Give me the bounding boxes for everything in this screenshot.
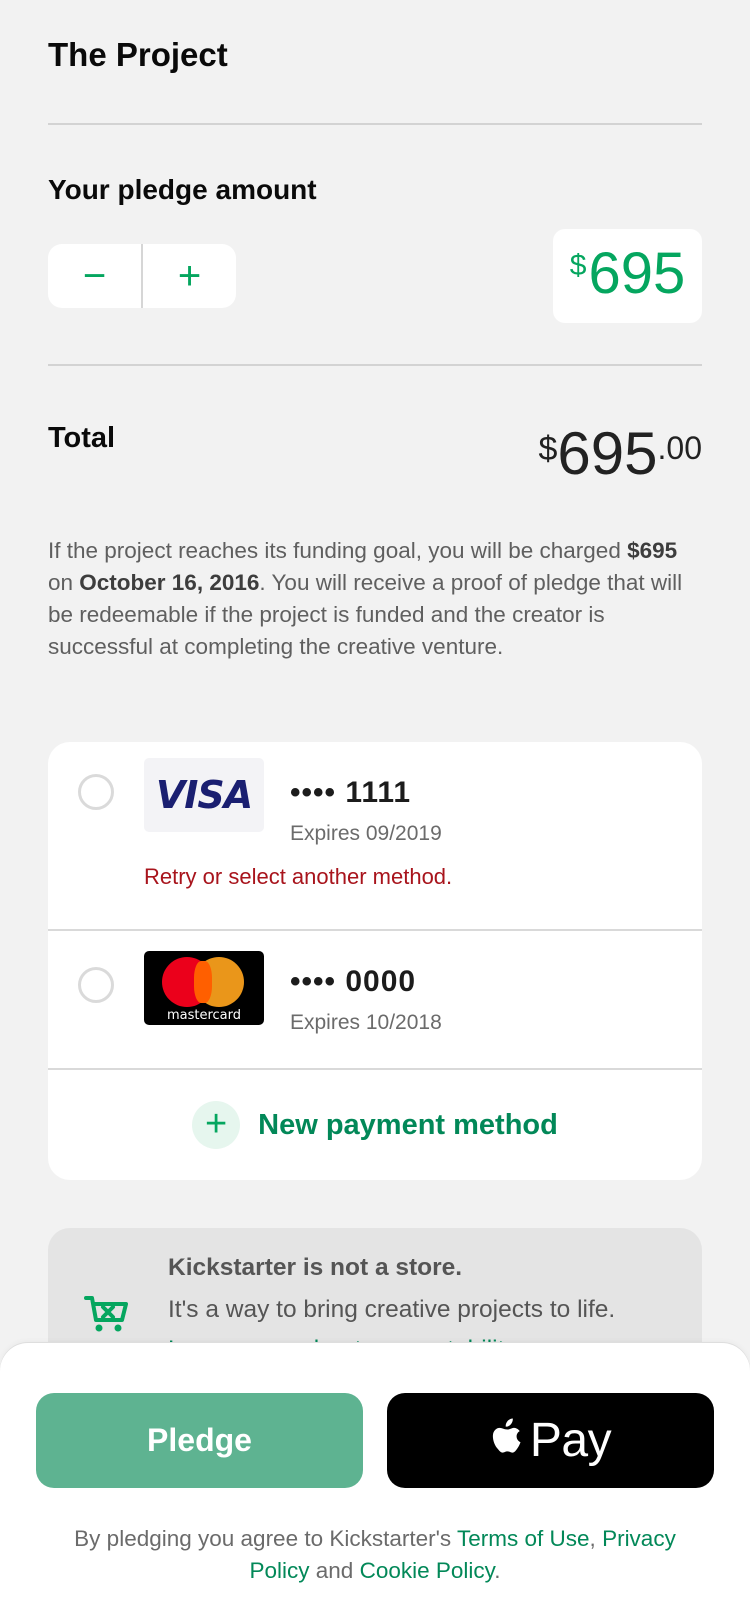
total-label: Total xyxy=(48,422,116,454)
payment-method-visa[interactable]: VISA •••• 1111 Expires 09/2019 Retry or … xyxy=(48,742,702,929)
mastercard-logo: mastercard xyxy=(144,951,264,1025)
terms-of-use-link[interactable]: Terms of Use xyxy=(457,1526,590,1551)
payment-method-mastercard[interactable]: mastercard •••• 0000 Expires 10/2018 xyxy=(48,931,702,1068)
card-expiry: Expires 10/2018 xyxy=(290,1011,442,1034)
card-number: •••• 0000 xyxy=(290,965,417,998)
visa-wordmark: VISA xyxy=(155,773,253,817)
legal-text: . xyxy=(494,1558,501,1583)
mastercard-overlap xyxy=(194,961,212,1003)
info-date: October 16, 2016 xyxy=(79,570,260,595)
notice-title: Kickstarter is not a store. xyxy=(168,1254,463,1281)
new-payment-method-button[interactable]: + New payment method xyxy=(48,1070,702,1180)
plus-icon: + xyxy=(192,1101,241,1149)
pledge-amount-label: Your pledge amount xyxy=(48,174,317,205)
funding-info-text: If the project reaches its funding goal,… xyxy=(48,535,698,663)
new-payment-method-label: New payment method xyxy=(258,1108,558,1141)
divider xyxy=(48,123,702,125)
mastercard-wordmark: mastercard xyxy=(166,1008,242,1023)
info-amount: $695 xyxy=(627,538,678,563)
bottom-action-sheet: Pledge Pay By pledging you agree to Kick… xyxy=(0,1343,750,1600)
decrement-button[interactable]: − xyxy=(48,244,141,308)
apple-pay-button[interactable]: Pay xyxy=(387,1393,714,1488)
total-cents: .00 xyxy=(657,430,702,466)
cookie-policy-link[interactable]: Cookie Policy xyxy=(360,1558,495,1583)
pledge-currency: $ xyxy=(569,249,587,282)
legal-text: and xyxy=(309,1558,360,1583)
apple-pay-label: Pay xyxy=(529,1414,612,1467)
legal-text: By pledging you agree to Kickstarter's xyxy=(74,1526,458,1551)
visa-logo: VISA xyxy=(144,758,264,832)
cart-x-icon xyxy=(84,1296,128,1332)
pledge-button[interactable]: Pledge xyxy=(36,1393,363,1488)
total-amount-value: 695 xyxy=(557,420,658,487)
divider xyxy=(48,364,702,366)
increment-button[interactable]: + xyxy=(143,244,236,308)
mastercard-radio[interactable] xyxy=(78,967,114,1003)
visa-radio[interactable] xyxy=(78,774,114,810)
card-error-message: Retry or select another method. xyxy=(144,864,453,889)
info-text-part: If the project reaches its funding goal,… xyxy=(48,538,628,563)
pledge-amount-value: 695 xyxy=(588,241,686,306)
card-number: •••• 1111 xyxy=(290,776,412,809)
legal-text: , xyxy=(589,1526,603,1551)
apple-icon xyxy=(492,1418,521,1453)
total-amount: $ 695 .00 xyxy=(538,424,702,484)
legal-disclaimer: By pledging you agree to Kickstarter's T… xyxy=(60,1523,690,1587)
pledge-amount-input[interactable]: $ 695 xyxy=(553,229,702,323)
payment-methods-card: VISA •••• 1111 Expires 09/2019 Retry or … xyxy=(48,742,702,1180)
project-title: The Project xyxy=(48,36,228,73)
notice-body-text: It's a way to bring creative projects to… xyxy=(168,1296,616,1323)
card-expiry: Expires 09/2019 xyxy=(290,822,442,845)
total-currency: $ xyxy=(538,430,558,468)
info-text-part: on xyxy=(48,570,80,595)
pledge-stepper: − + xyxy=(48,244,236,308)
